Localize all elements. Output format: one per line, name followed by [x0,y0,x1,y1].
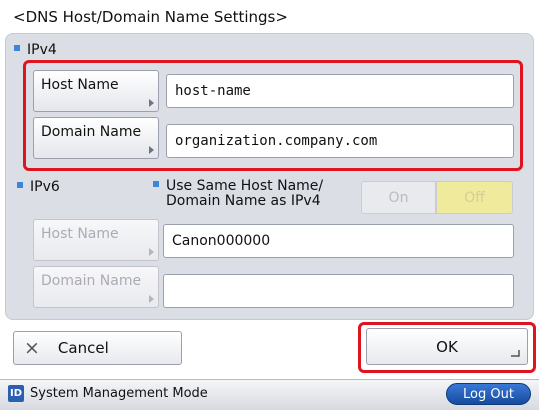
logout-button[interactable]: Log Out [446,383,531,405]
bullet-icon [17,182,23,188]
corner-arrow-icon [149,146,154,154]
bullet-icon [153,181,159,187]
same-name-label-line2: Domain Name as IPv4 [166,193,321,209]
ipv4-host-name-label: Host Name [41,77,119,93]
ok-button[interactable]: OK [366,328,528,365]
same-name-label: Use Same Host Name/ Domain Name as IPv4 [153,179,323,209]
ipv4-domain-name-button[interactable]: Domain Name [33,117,159,159]
same-name-label-line1: Use Same Host Name/ [166,178,324,194]
enter-corner-icon [511,350,520,357]
bullet-icon [14,45,20,51]
id-icon: ID [8,385,24,402]
ipv6-domain-name-label: Domain Name [41,273,142,289]
ipv4-host-name-button[interactable]: Host Name [33,70,159,112]
corner-arrow-icon [149,99,154,107]
page-title: <DNS Host/Domain Name Settings> [13,8,288,26]
ipv6-section-label: IPv6 [17,179,60,195]
ipv6-host-name-label: Host Name [41,226,119,242]
ipv6-label-text: IPv6 [30,179,60,195]
cancel-label: Cancel [57,339,109,357]
corner-arrow-icon [149,248,154,256]
toggle-on-button[interactable]: On [361,181,436,214]
cancel-button[interactable]: × Cancel [13,331,182,365]
corner-arrow-icon [149,295,154,303]
ipv4-host-name-field[interactable]: host-name [166,74,514,108]
mode-text: System Management Mode [30,386,208,401]
ipv6-domain-name-field[interactable] [163,274,514,308]
close-icon: × [24,337,40,359]
toggle-off-button[interactable]: Off [436,181,513,214]
ipv4-domain-name-field[interactable]: organization.company.com [166,124,514,158]
ipv4-section-label: IPv4 [14,42,57,58]
ipv6-host-name-button: Host Name [33,219,159,261]
ipv6-host-name-field[interactable]: Canon000000 [163,224,514,258]
ipv4-label-text: IPv4 [27,42,57,58]
ipv6-domain-name-button: Domain Name [33,266,159,308]
ipv4-domain-name-label: Domain Name [41,124,142,140]
ok-label: OK [436,337,458,356]
